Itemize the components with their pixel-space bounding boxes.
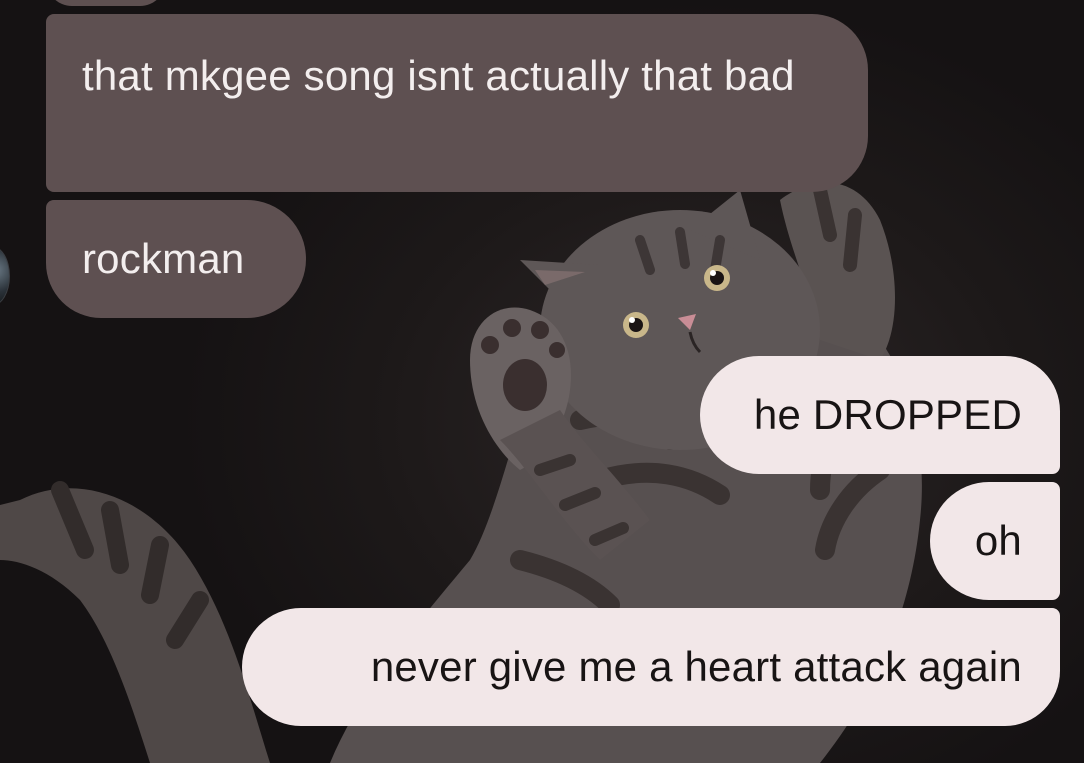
incoming-message-bubble[interactable]: rockman	[46, 200, 306, 318]
incoming-message-bubble[interactable]: that mkgee song isnt actually that bad	[46, 14, 868, 192]
outgoing-message-bubble[interactable]: never give me a heart attack again	[242, 608, 1060, 726]
message-text: that mkgee song isnt actually that bad	[82, 52, 795, 99]
message-text: rockman	[82, 235, 245, 282]
message-text: oh	[974, 517, 1022, 564]
chat-screen: that mkgee song isnt actually that bad r…	[0, 0, 1084, 763]
message-text: never give me a heart attack again	[370, 643, 1022, 690]
message-text: he DROPPED	[753, 391, 1022, 438]
outgoing-message-bubble[interactable]: he DROPPED	[700, 356, 1060, 474]
outgoing-message-bubble[interactable]: oh	[930, 482, 1060, 600]
